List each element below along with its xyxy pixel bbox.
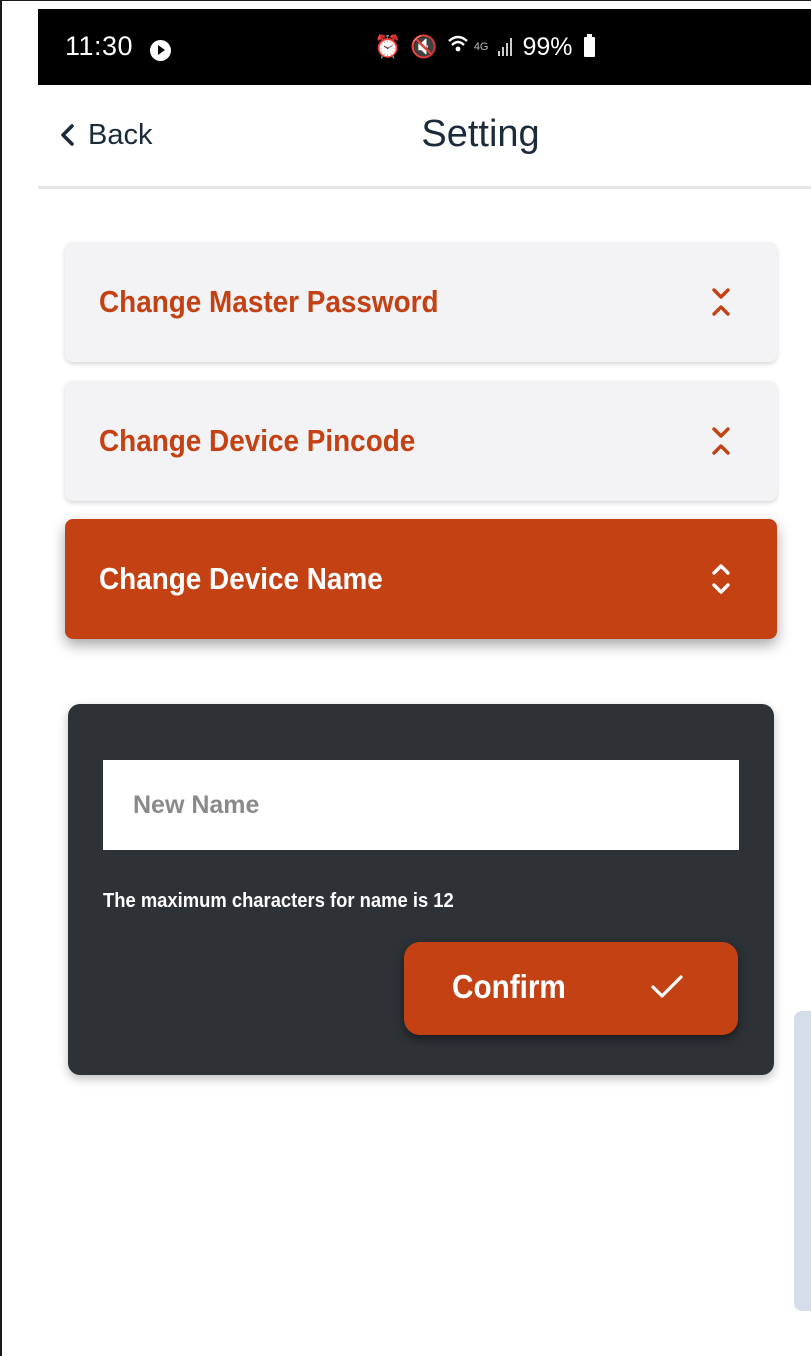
- wifi-icon: [447, 33, 469, 61]
- chevron-left-icon: [60, 124, 74, 146]
- expand-icon: [711, 287, 731, 317]
- alarm-icon: ⏰: [374, 34, 402, 59]
- accordion-item-label: Change Master Password: [99, 284, 439, 319]
- accordion-item-change-device-name[interactable]: Change Device Name: [65, 519, 777, 639]
- network-type: 4G: [473, 41, 489, 53]
- accordion-item-change-master-password[interactable]: Change Master Password: [65, 242, 777, 362]
- mute-icon: 🔇: [410, 34, 438, 59]
- back-button[interactable]: Back: [60, 115, 152, 155]
- app-frame: 11:30 ⏰ 🔇 4G 99% Back Setting Change Mas…: [0, 0, 811, 1356]
- accordion-item-label: Change Device Name: [99, 561, 383, 596]
- battery-percent: 99%: [522, 32, 573, 61]
- confirm-label: Confirm: [452, 968, 566, 1005]
- accordion-item-change-device-pincode[interactable]: Change Device Pincode: [65, 381, 777, 501]
- check-icon: [650, 974, 684, 1000]
- collapse-icon: [711, 562, 731, 596]
- page-title: Setting: [421, 113, 540, 155]
- status-bar: 11:30 ⏰ 🔇 4G 99%: [38, 9, 811, 85]
- new-name-input[interactable]: [103, 760, 739, 850]
- play-icon: [150, 40, 171, 61]
- confirm-button[interactable]: Confirm: [404, 942, 738, 1035]
- signal-icon: [497, 38, 512, 56]
- name-length-hint: The maximum characters for name is 12: [103, 890, 454, 912]
- status-icons: ⏰ 🔇 4G 99%: [374, 31, 595, 63]
- status-time: 11:30: [65, 31, 134, 61]
- scrollbar-thumb[interactable]: [794, 1011, 811, 1311]
- device-name-panel: The maximum characters for name is 12 Co…: [68, 704, 774, 1075]
- accordion-item-label: Change Device Pincode: [99, 423, 416, 458]
- back-label: Back: [88, 118, 153, 151]
- expand-icon: [711, 426, 731, 456]
- header-bar: Back Setting: [38, 85, 811, 189]
- battery-icon: [583, 34, 595, 57]
